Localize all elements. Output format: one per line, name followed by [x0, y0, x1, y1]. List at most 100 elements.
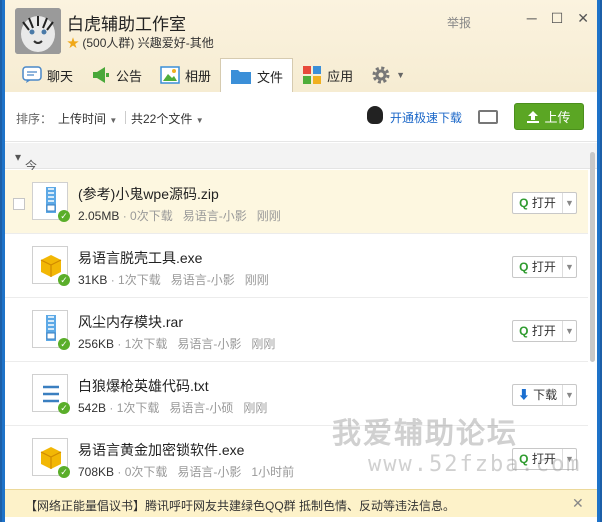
file-name[interactable]: 白狼爆枪英雄代码.txt [78, 376, 209, 396]
group-header: 白虎辅助工作室 ★ (500人群) 兴趣爱好-其他 举报 ─ ☐ ✕ 聊天 公告… [5, 0, 597, 93]
scrollbar[interactable] [589, 92, 597, 522]
chevron-down-icon: ▼ [195, 116, 204, 125]
upload-time: 1小时前 [251, 465, 295, 479]
chevron-down-icon[interactable]: ▼ [563, 390, 576, 400]
file-row[interactable]: ✓ 易语言脱壳工具.exe 31KB · 1次下载 易语言-小影 刚刚 Q 打开 ▼ [5, 234, 588, 298]
upload-time: 刚刚 [243, 401, 268, 415]
download-icon: ⬇ [517, 388, 530, 402]
check-badge-icon: ✓ [58, 338, 70, 350]
sort-value: 上传时间 [58, 112, 107, 126]
uploader: 易语言-小影 [170, 273, 235, 287]
download-count: 0次下载 [130, 209, 173, 223]
uploader: 易语言-小影 [177, 465, 242, 479]
file-count-dropdown[interactable]: 共22个文件 ▼ [131, 110, 204, 127]
download-button[interactable]: ⬇ 下载 ▼ [512, 384, 577, 406]
chevron-down-icon: ▼ [109, 116, 118, 125]
tab-announcement[interactable]: 公告 [82, 58, 151, 92]
fast-download-link[interactable]: 开通极速下载 [390, 109, 462, 126]
window-controls: ─ ☐ ✕ [527, 10, 589, 27]
file-name[interactable]: 易语言黄金加密锁软件.exe [78, 440, 244, 460]
report-link[interactable]: 举报 [447, 14, 471, 31]
tab-album[interactable]: 相册 [151, 58, 220, 92]
check-badge-icon: ✓ [58, 402, 70, 414]
tab-chat[interactable]: 聊天 [13, 58, 82, 92]
upload-icon [527, 111, 540, 123]
action-label: Q 打开 [513, 321, 563, 341]
file-meta: 708KB · 0次下载 易语言-小影 1小时前 [78, 465, 295, 479]
search-open-icon: Q [519, 196, 529, 210]
search-open-icon: Q [519, 260, 529, 274]
chevron-down-icon: ▼ [396, 70, 405, 80]
album-icon [160, 66, 180, 84]
open-button[interactable]: Q 打开 ▼ [512, 256, 577, 278]
tab-apps[interactable]: 应用 [293, 58, 362, 92]
group-files-window: 白虎辅助工作室 ★ (500人群) 兴趣爱好-其他 举报 ─ ☐ ✕ 聊天 公告… [5, 0, 597, 522]
file-name[interactable]: (参考)小鬼wpe源码.zip [78, 184, 219, 204]
uploader: 易语言-小硕 [169, 401, 234, 415]
sort-dropdown[interactable]: 上传时间 ▼ [58, 110, 117, 127]
file-size: 542B [78, 401, 107, 415]
tiger-avatar-icon [15, 8, 61, 54]
notice-bar: 【网络正能量倡议书】腾讯呼吁网友共建绿色QQ群 抵制色情、反动等违法信息。 ✕ [5, 489, 597, 517]
file-name[interactable]: 易语言脱壳工具.exe [78, 248, 202, 268]
file-meta: 2.05MB · 0次下载 易语言-小影 刚刚 [78, 209, 281, 223]
download-count: 1次下载 [124, 337, 168, 351]
download-tray-icon[interactable] [478, 110, 498, 124]
maximize-icon[interactable]: ☐ [551, 10, 564, 27]
file-count: 共22个文件 [131, 112, 193, 126]
folder-icon [231, 70, 252, 84]
uploader: 易语言-小影 [177, 337, 242, 351]
action-label: Q 打开 [513, 193, 563, 213]
group-meta: ★ (500人群) 兴趣爱好-其他 [67, 34, 214, 51]
upload-button[interactable]: 上传 [514, 103, 584, 130]
penguin-icon [367, 106, 383, 124]
tab-label: 相册 [185, 68, 212, 84]
action-text: 打开 [531, 196, 556, 210]
check-badge-icon: ✓ [58, 274, 70, 286]
file-row[interactable]: ✓ (参考)小鬼wpe源码.zip 2.05MB · 0次下载 易语言-小影 刚刚 Q… [5, 170, 588, 234]
file-meta: 31KB · 1次下载 易语言-小影 刚刚 [78, 273, 269, 287]
chevron-down-icon[interactable]: ▼ [563, 262, 576, 272]
group-avatar[interactable] [15, 8, 61, 54]
action-label: Q 打开 [513, 257, 563, 277]
close-icon[interactable]: ✕ [577, 10, 589, 27]
tab-label: 应用 [327, 68, 354, 84]
watermark-url: www.52fzba.com [368, 452, 582, 477]
close-icon[interactable]: ✕ [572, 495, 584, 512]
open-button[interactable]: Q 打开 ▼ [512, 320, 577, 342]
check-badge-icon: ✓ [58, 466, 70, 478]
download-count: 0次下载 [124, 465, 168, 479]
file-row[interactable]: ✓ 风尘内存模块.rar 256KB · 1次下载 易语言-小影 刚刚 Q 打开 ▼ [5, 298, 588, 362]
file-size: 256KB [78, 337, 115, 351]
search-open-icon: Q [519, 324, 529, 338]
scrollbar-thumb[interactable] [590, 152, 595, 362]
action-text: 打开 [531, 324, 556, 338]
action-text: 下载 [533, 388, 558, 402]
row-checkbox[interactable] [13, 198, 25, 210]
notice-text: 【网络正能量倡议书】腾讯呼吁网友共建绿色QQ群 抵制色情、反动等违法信息。 [25, 499, 456, 513]
files-toolbar: 排序： 上传时间 ▼ 共22个文件 ▼ 开通极速下载 上传 [5, 92, 597, 142]
tab-files[interactable]: 文件 [220, 58, 294, 93]
file-name[interactable]: 风尘内存模块.rar [78, 312, 183, 332]
file-meta: 256KB · 1次下载 易语言-小影 刚刚 [78, 337, 276, 351]
download-count: 1次下载 [116, 401, 160, 415]
tab-label: 公告 [116, 68, 143, 84]
section-today[interactable]: ▾ 今天 [5, 143, 597, 190]
minimize-icon[interactable]: ─ [527, 10, 537, 27]
apps-icon [303, 66, 322, 84]
upload-time: 刚刚 [244, 273, 269, 287]
chat-icon [22, 66, 42, 83]
chevron-down-icon[interactable]: ▼ [563, 198, 576, 208]
open-button[interactable]: Q 打开 ▼ [512, 192, 577, 214]
chevron-down-icon[interactable]: ▼ [563, 326, 576, 336]
action-label: ⬇ 下载 [513, 385, 563, 405]
group-tabs: 聊天 公告 相册 文件 应用 ▼ [13, 58, 414, 93]
sort-label: 排序： [16, 112, 53, 126]
settings-menu[interactable]: ▼ [362, 58, 414, 92]
gear-icon [372, 66, 390, 84]
file-size: 2.05MB [78, 209, 120, 223]
file-meta: 542B · 1次下载 易语言-小硕 刚刚 [78, 401, 268, 415]
watermark-text: 我爱辅助论坛 [332, 418, 519, 450]
upload-time: 刚刚 [251, 337, 276, 351]
file-size: 708KB [78, 465, 115, 479]
